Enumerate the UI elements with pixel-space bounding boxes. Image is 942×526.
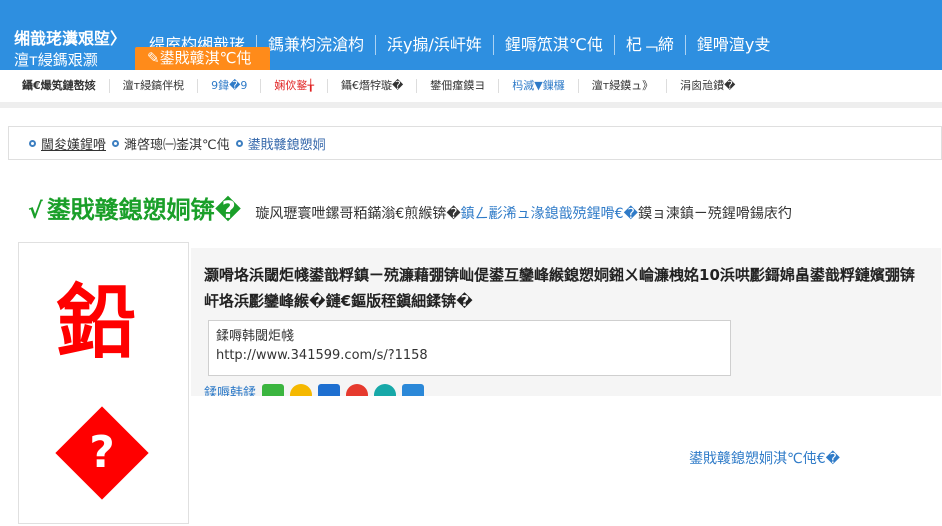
breadcrumb-step-3: 鍙戝竷鎴愬姛: [235, 134, 326, 153]
title-desc-before: 璇风瓑寰呭鏍哥粨鏋滃€煎緱锛�: [255, 206, 461, 222]
question-mark: ?: [89, 427, 115, 478]
subnav-item-6[interactable]: 鐢佃瘽鏌ヨ: [416, 79, 498, 93]
qzone-share-icon[interactable]: [290, 384, 313, 396]
subnav-item-4[interactable]: 娴佽鐜╁: [260, 79, 327, 93]
breadcrumb-step-2-label: 濉啓璁㈠崟淇℃伅: [124, 137, 230, 153]
subnav-item-7[interactable]: 杩滅▼鏁欏: [498, 79, 577, 93]
more-share-icon[interactable]: [402, 384, 425, 396]
subnav-item-3[interactable]: 9鍏�9: [197, 79, 260, 93]
sub-nav: 鑷€熶笂鏈嶅姟 澶т綅鎬伴棿 9鍏�9 娴佽鐜╁ 鑷€熸牸璇� 鐢佃瘽鏌ヨ 杩滅…: [0, 70, 942, 108]
nav-item-3[interactable]: 浜у搧/浜屽姩: [375, 35, 493, 55]
share-url-label: 鍒嗕韩閾炬帴: [216, 329, 295, 344]
my-merchant-link[interactable]: 鎮ㄥ彲浠ュ湪鎴戠殑鍟嗗€�: [461, 206, 638, 222]
subnav-item-5[interactable]: 鑷€熸牸璇�: [326, 79, 416, 93]
subnav-item-2[interactable]: 澶т綅鎬伴棿: [108, 79, 197, 93]
breadcrumb-step-1[interactable]: 閫夋嫨鍟嗗: [29, 134, 106, 153]
wechat-share-icon[interactable]: [262, 384, 285, 396]
subnav-item-9[interactable]: 涓囪兘鐨�: [666, 79, 748, 93]
success-title-row: √ 鍙戝竷鎴愬姛锛� 璇风瓑寰呭鏍哥粨鏋滃€煎緱锛�鎮ㄥ彲浠ュ湪鎴戠殑鍟嗗€�鏌…: [28, 190, 792, 224]
edit-icon: ✎: [147, 49, 160, 67]
weibo-share-icon[interactable]: [346, 384, 369, 396]
share-label: 鍒嗕韩鍒: [204, 386, 257, 396]
renren-share-icon[interactable]: [318, 384, 341, 396]
nav-active-tab[interactable]: ✎鍙戝竷淇℃伅: [135, 47, 270, 70]
breadcrumb-step-3-label: 鍙戝竷鎴愬姛: [247, 137, 326, 153]
nav-item-5[interactable]: 杞﹁締: [613, 35, 685, 55]
share-url-box[interactable]: 鍒嗕韩閾炬帴 http://www.341599.com/s/?1158: [208, 320, 731, 376]
breadcrumb-step-1-label[interactable]: 閫夋嫨鍟嗗: [41, 134, 106, 153]
check-icon: √: [28, 199, 43, 224]
nav-item-4[interactable]: 鍟嗕笟淇℃伅: [492, 35, 614, 55]
tencent-share-icon[interactable]: [374, 384, 397, 396]
nav-item-2[interactable]: 鎷兼枃浣滄枃: [256, 35, 375, 55]
breadcrumb-step-2: 濉啓璁㈠崟淇℃伅: [112, 134, 230, 153]
share-instructions: 灏嗗垎浜閾炬帴鍙戠粰鎮ㄧ殑濂藉弸锛屾偍鍙互鑾峰緱鎴愬姛鎺ㄨ崘濂栧姳10浜哄彲鎶婂…: [204, 266, 915, 310]
share-row: 鍒嗕韩鍒: [204, 384, 430, 396]
subnav-item-1[interactable]: 鑷€熶笂鏈嶅姟: [0, 79, 109, 93]
subnav-item-8[interactable]: 澶т綅鏌ュ》: [577, 79, 666, 93]
share-url[interactable]: http://www.341599.com/s/?1158: [216, 346, 723, 365]
title-desc-after: 鏌ョ湅鎮ㄧ殑鍟嗗鍚庡彴: [637, 206, 792, 222]
nav-item-6[interactable]: 鍟嗗澶у叏: [684, 35, 781, 55]
title-description: 璇风瓑寰呭鏍哥粨鏋滃€煎緱锛�鎮ㄥ彲浠ュ湪鎴戠殑鍟嗗€�鏌ョ湅鎮ㄧ殑鍟嗗鍚庡彴: [255, 203, 792, 223]
site-logo[interactable]: 缃戠珯瀵艰埅〉: [14, 30, 126, 48]
breadcrumb: 閫夋嫨鍟嗗 濉啓璁㈠崟淇℃伅 鍙戝竷鎴愬姛: [8, 126, 942, 160]
page-title: 鍙戝竷鎴愬姛锛�: [46, 196, 242, 224]
step-dot-icon: [235, 139, 243, 147]
step-dot-icon: [112, 139, 120, 147]
nav-active-tab-label: 鍙戝竷淇℃伅: [159, 49, 252, 67]
site-logo-subtitle: 澶т綅鎷艰灏: [14, 51, 98, 69]
broken-image-glyph: 鉛: [56, 276, 136, 369]
view-post-link[interactable]: 鍙戝竷鎴愬姛淇℃伅€�: [689, 448, 840, 468]
step-dot-icon: [29, 139, 36, 147]
